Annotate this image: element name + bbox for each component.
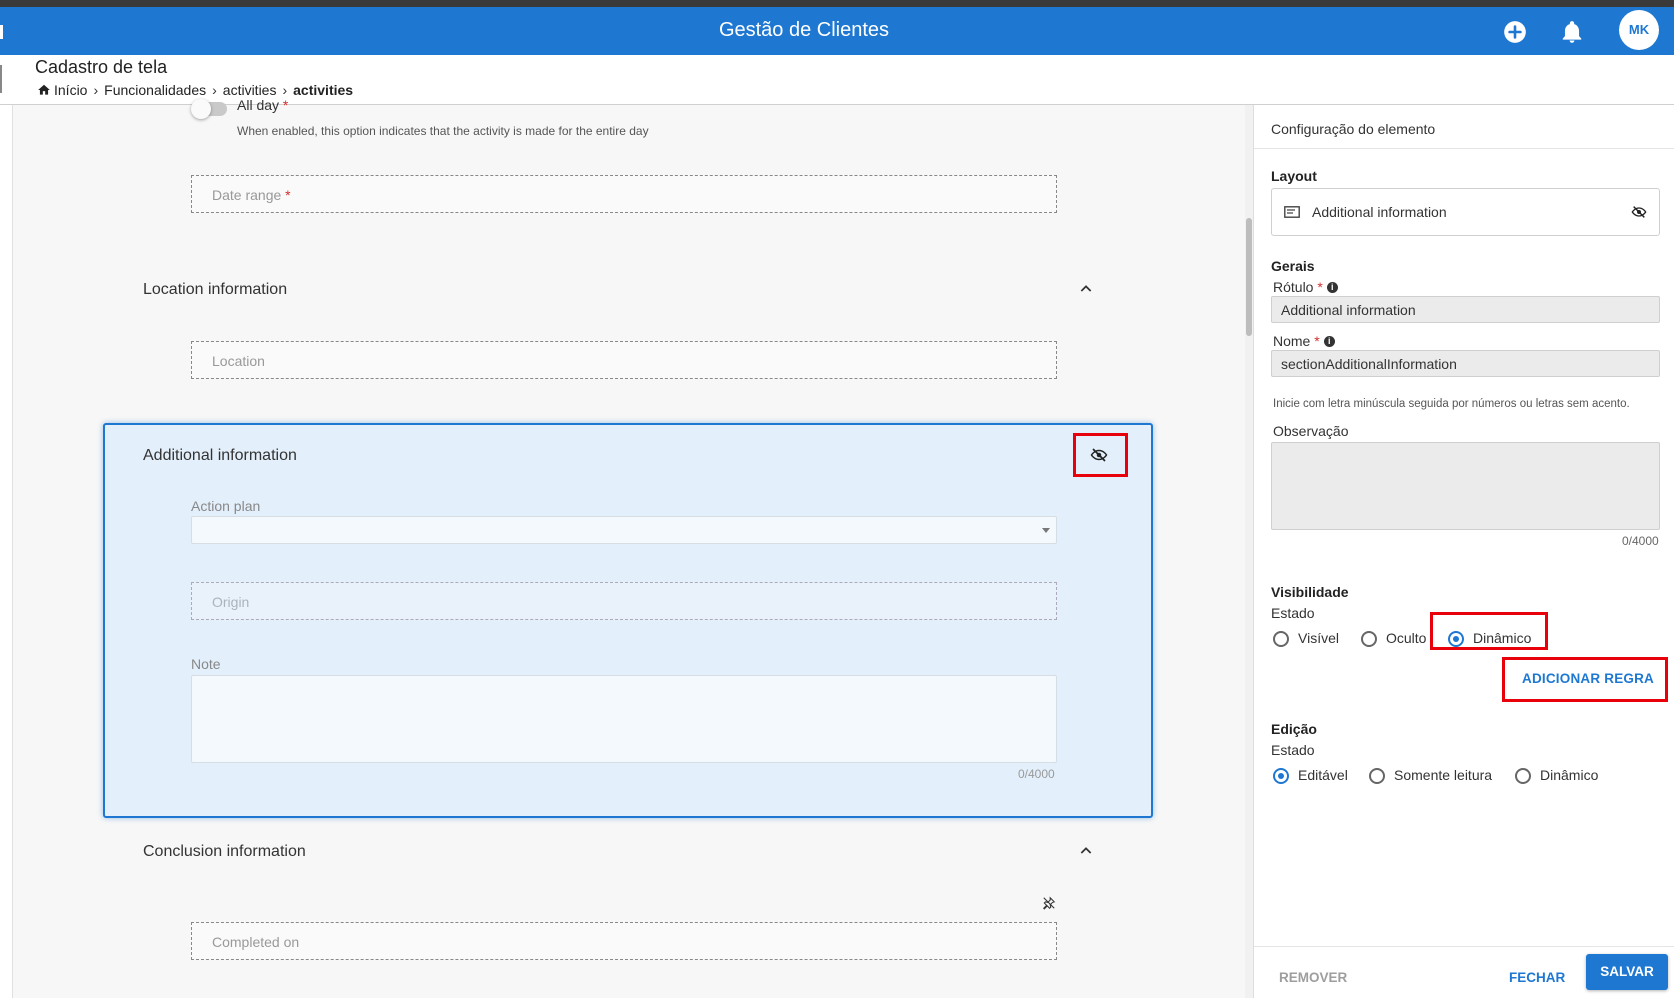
visibility-off-icon[interactable] bbox=[1090, 446, 1108, 464]
user-avatar[interactable]: MK bbox=[1619, 10, 1659, 50]
all-day-label: All day * bbox=[237, 97, 288, 113]
all-day-hint: When enabled, this option indicates that… bbox=[237, 124, 649, 138]
required-mark: * bbox=[282, 97, 289, 113]
page-title: Cadastro de tela bbox=[35, 57, 168, 77]
observacao-counter: 0/4000 bbox=[1622, 534, 1659, 548]
nome-label-text: Nome bbox=[1273, 333, 1311, 349]
save-button[interactable]: SALVAR bbox=[1586, 954, 1668, 990]
toggle-knob bbox=[191, 99, 211, 119]
window-top-strip bbox=[0, 0, 1674, 7]
panel-footer-divider bbox=[1254, 946, 1674, 947]
remove-button[interactable]: REMOVER bbox=[1279, 970, 1347, 985]
observacao-label: Observação bbox=[1273, 423, 1349, 439]
chevron-up-icon[interactable] bbox=[1078, 281, 1094, 297]
canvas-scrollbar[interactable] bbox=[1245, 105, 1253, 998]
action-plan-label: Action plan bbox=[191, 498, 261, 514]
close-button[interactable]: FECHAR bbox=[1509, 970, 1565, 985]
breadcrumb-item-inicio[interactable]: Início bbox=[54, 82, 87, 98]
required-mark: * bbox=[1317, 279, 1323, 295]
nome-hint: Inicie com letra minúscula seguida por n… bbox=[1273, 398, 1630, 410]
radio-somente-leitura[interactable] bbox=[1369, 768, 1385, 784]
radio-oculto-label[interactable]: Oculto bbox=[1386, 630, 1426, 646]
observacao-textarea[interactable] bbox=[1271, 442, 1660, 530]
completed-on-field[interactable]: Completed on bbox=[191, 922, 1057, 960]
nome-value: sectionAdditionalInformation bbox=[1281, 356, 1457, 372]
radio-editavel-label[interactable]: Editável bbox=[1298, 767, 1348, 783]
app-bar: Gestão de Clientes MK bbox=[0, 7, 1674, 55]
notification-bell-icon[interactable] bbox=[1559, 19, 1585, 45]
nome-input[interactable]: sectionAdditionalInformation bbox=[1271, 350, 1660, 377]
app-title: Gestão de Clientes bbox=[718, 19, 890, 41]
action-plan-select[interactable] bbox=[191, 516, 1057, 544]
breadcrumb-item-activities[interactable]: activities bbox=[223, 82, 277, 98]
radio-dinamico-visibilidade-label[interactable]: Dinâmico bbox=[1473, 630, 1531, 646]
location-placeholder: Location bbox=[212, 353, 265, 369]
note-textarea[interactable] bbox=[191, 675, 1057, 763]
chevron-right-icon: › bbox=[93, 82, 99, 98]
breadcrumb-item-funcionalidades[interactable]: Funcionalidades bbox=[104, 82, 206, 98]
edicao-estado-label: Estado bbox=[1271, 742, 1315, 758]
scrollbar-thumb[interactable] bbox=[1246, 218, 1252, 336]
completed-on-placeholder: Completed on bbox=[212, 934, 300, 950]
date-range-placeholder-text: Date range bbox=[212, 187, 282, 203]
panel-divider bbox=[1254, 148, 1674, 149]
rotulo-input[interactable]: Additional information bbox=[1271, 296, 1660, 323]
nome-label: Nome * i bbox=[1273, 333, 1335, 349]
radio-dinamico-edicao-label[interactable]: Dinâmico bbox=[1540, 767, 1598, 783]
origin-field[interactable]: Origin bbox=[191, 582, 1057, 620]
chevron-up-icon[interactable] bbox=[1078, 843, 1094, 859]
gerais-label: Gerais bbox=[1271, 258, 1315, 274]
breadcrumb-item-current: activities bbox=[293, 82, 354, 98]
note-counter: 0/4000 bbox=[1018, 767, 1055, 781]
section-title-location[interactable]: Location information bbox=[143, 281, 287, 299]
required-mark: * bbox=[285, 187, 291, 203]
info-icon[interactable]: i bbox=[1326, 282, 1338, 293]
chevron-right-icon: › bbox=[282, 82, 288, 98]
breadcrumb: Início › Funcionalidades › activities › … bbox=[37, 82, 353, 98]
panel-heading: Configuração do elemento bbox=[1271, 121, 1436, 137]
section-title-additional: Additional information bbox=[143, 447, 297, 464]
add-rule-button[interactable]: ADICIONAR REGRA bbox=[1522, 671, 1654, 686]
element-config-panel: Configuração do elemento Layout Addition… bbox=[1253, 105, 1674, 998]
layout-item[interactable]: Additional information bbox=[1271, 188, 1660, 236]
section-title-conclusion[interactable]: Conclusion information bbox=[143, 843, 306, 861]
pin-off-icon[interactable] bbox=[1042, 896, 1056, 910]
home-icon[interactable] bbox=[37, 83, 51, 97]
radio-visivel-label[interactable]: Visível bbox=[1298, 630, 1339, 646]
section-icon bbox=[1284, 206, 1300, 218]
date-range-field[interactable]: Date range * bbox=[191, 175, 1057, 213]
info-icon[interactable]: i bbox=[1323, 336, 1335, 347]
rotulo-label: Rótulo * i bbox=[1273, 279, 1338, 295]
location-field[interactable]: Location bbox=[191, 341, 1057, 379]
radio-visivel[interactable] bbox=[1273, 631, 1289, 647]
layout-label: Layout bbox=[1271, 168, 1317, 184]
radio-dinamico-edicao[interactable] bbox=[1515, 768, 1531, 784]
visibility-off-icon[interactable] bbox=[1631, 204, 1647, 220]
rotulo-label-text: Rótulo bbox=[1273, 279, 1314, 295]
all-day-label-text: All day bbox=[237, 97, 280, 113]
dropdown-caret-icon bbox=[1042, 528, 1050, 533]
required-mark: * bbox=[1314, 333, 1320, 349]
chevron-right-icon: › bbox=[212, 82, 217, 98]
origin-placeholder: Origin bbox=[212, 594, 250, 610]
rotulo-value: Additional information bbox=[1281, 302, 1416, 318]
radio-somente-leitura-label[interactable]: Somente leitura bbox=[1394, 767, 1492, 783]
radio-oculto[interactable] bbox=[1361, 631, 1377, 647]
visibilidade-label: Visibilidade bbox=[1271, 584, 1349, 600]
radio-editavel[interactable] bbox=[1273, 768, 1289, 784]
date-range-placeholder: Date range * bbox=[212, 187, 291, 203]
radio-dinamico-visibilidade[interactable] bbox=[1448, 631, 1464, 647]
edicao-label: Edição bbox=[1271, 721, 1317, 737]
layout-item-label: Additional information bbox=[1312, 204, 1447, 220]
note-label: Note bbox=[191, 656, 221, 672]
page-header-edge bbox=[0, 65, 2, 93]
add-circle-icon[interactable] bbox=[1502, 19, 1528, 45]
visibilidade-estado-label: Estado bbox=[1271, 605, 1315, 621]
all-day-toggle[interactable] bbox=[191, 99, 227, 119]
